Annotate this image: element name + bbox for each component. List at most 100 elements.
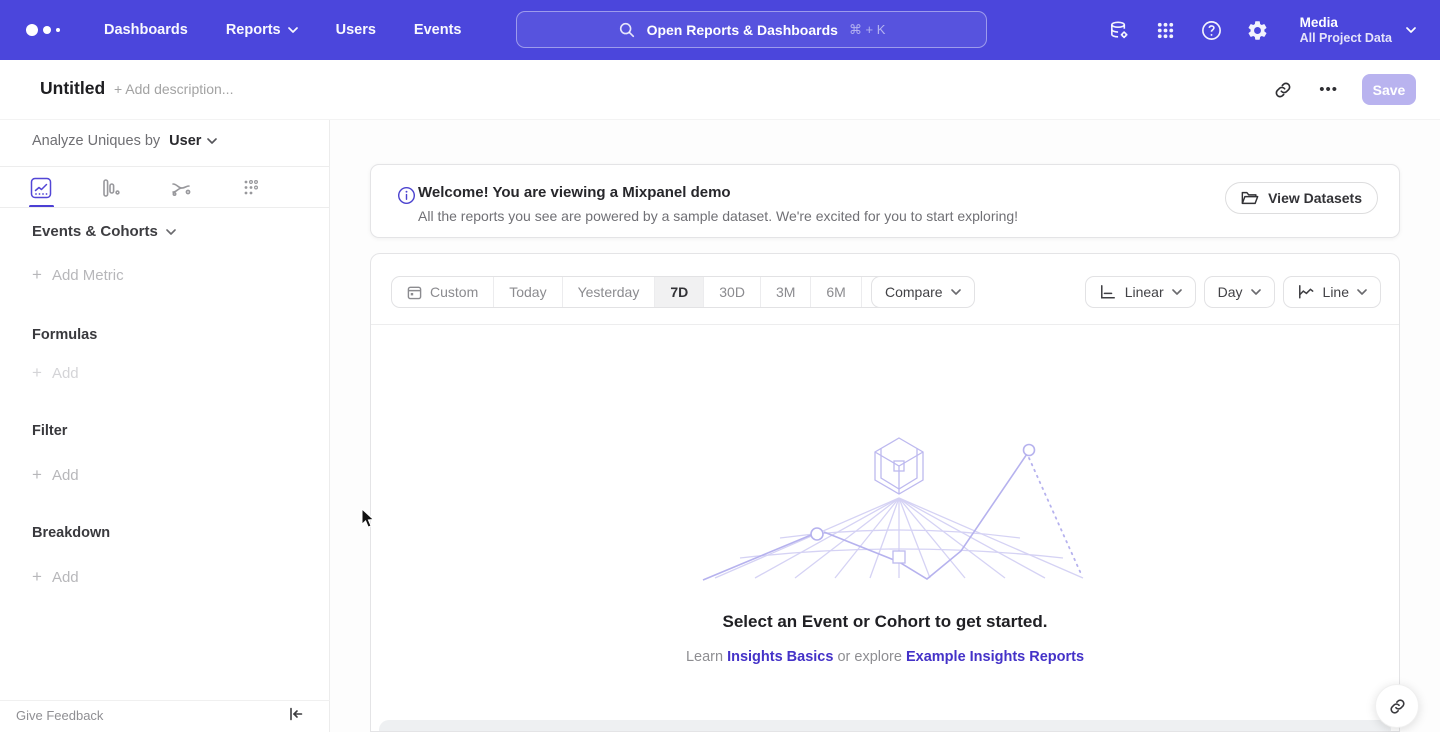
breakdown-heading: Breakdown [32, 525, 110, 541]
add-metric-label: Add Metric [52, 267, 124, 284]
chevron-down-icon [166, 229, 176, 235]
view-datasets-button[interactable]: View Datasets [1225, 182, 1378, 214]
divider [0, 207, 330, 208]
search-label: Open Reports & Dashboards [647, 22, 838, 38]
folder-icon [1241, 190, 1259, 206]
plus-icon: + [32, 567, 42, 587]
range-3m[interactable]: 3M [761, 277, 811, 307]
main-content: Welcome! You are viewing a Mixpanel demo… [330, 120, 1440, 732]
more-options-button[interactable]: ••• [1319, 81, 1338, 98]
formulas-heading: Formulas [32, 327, 97, 343]
range-30d[interactable]: 30D [704, 277, 761, 307]
range-yesterday[interactable]: Yesterday [563, 277, 656, 307]
range-today[interactable]: Today [494, 277, 562, 307]
banner-title: Welcome! You are viewing a Mixpanel demo [418, 184, 731, 201]
range-7d[interactable]: 7D [655, 277, 704, 307]
collapse-sidebar-icon[interactable] [288, 706, 304, 722]
events-cohorts-section[interactable]: Events & Cohorts [32, 223, 176, 240]
add-breakdown-label: Add [52, 569, 79, 586]
project-name: Media [1300, 14, 1392, 31]
scale-selector-button[interactable]: Linear [1085, 276, 1196, 308]
analyze-uniques-by[interactable]: Analyze Uniques by User [32, 133, 217, 149]
chevron-down-icon [1406, 27, 1416, 33]
info-icon [397, 186, 416, 205]
nav-dashboards[interactable]: Dashboards [104, 22, 188, 38]
plus-icon: + [32, 465, 42, 485]
report-card: Custom Today Yesterday 7D 30D 3M 6M 12M … [370, 253, 1400, 732]
tab-bar-chart[interactable] [100, 168, 146, 207]
view-datasets-label: View Datasets [1268, 190, 1362, 206]
query-builder-sidebar: Analyze Uniques by User [0, 120, 330, 732]
chevron-down-icon [1172, 289, 1182, 295]
tab-retention[interactable] [240, 168, 286, 207]
nav-users[interactable]: Users [336, 22, 376, 38]
apps-grid-icon[interactable] [1154, 19, 1177, 42]
range-6m[interactable]: 6M [811, 277, 861, 307]
empty-state-links: Learn Insights Basics or explore Example… [371, 649, 1399, 665]
copy-link-icon[interactable] [1273, 79, 1295, 101]
interval-label: Day [1218, 284, 1243, 300]
give-feedback-link[interactable]: Give Feedback [16, 708, 103, 723]
compare-button[interactable]: Compare [871, 276, 975, 308]
search-icon [618, 21, 636, 39]
middle-text: or explore [837, 649, 901, 665]
report-controls: Custom Today Yesterday 7D 30D 3M 6M 12M … [371, 276, 1399, 308]
empty-state-title: Select an Event or Cohort to get started… [371, 612, 1399, 632]
insights-basics-link[interactable]: Insights Basics [727, 649, 833, 665]
report-header: Untitled + Add description... ••• Save [0, 60, 1440, 120]
settings-gear-icon[interactable] [1246, 19, 1269, 42]
project-switcher[interactable]: Media All Project Data [1300, 14, 1416, 46]
linear-axis-icon [1099, 284, 1117, 300]
events-cohorts-label: Events & Cohorts [32, 223, 158, 240]
chevron-down-icon [1357, 289, 1367, 295]
save-button[interactable]: Save [1362, 74, 1416, 105]
project-scope: All Project Data [1300, 31, 1392, 46]
example-reports-link[interactable]: Example Insights Reports [906, 649, 1084, 665]
sidebar-footer: Give Feedback [0, 700, 330, 732]
empty-state: Select an Event or Cohort to get started… [371, 410, 1399, 665]
link-icon [1388, 697, 1407, 716]
add-filter-button[interactable]: + Add [32, 465, 79, 485]
top-nav-bar: Dashboards Reports Users Events Open Rep… [0, 0, 1440, 60]
add-formula-label: Add [52, 365, 79, 382]
banner-body: All the reports you see are powered by a… [418, 208, 1018, 224]
mixpanel-app: Dashboards Reports Users Events Open Rep… [0, 0, 1440, 732]
date-range-selector: Custom Today Yesterday 7D 30D 3M 6M 12M [391, 276, 920, 308]
range-custom-label: Custom [430, 284, 478, 300]
chevron-down-icon [288, 27, 298, 33]
line-chart-icon [1297, 284, 1315, 300]
add-formula-button[interactable]: + Add [32, 363, 79, 383]
tab-insights-line[interactable] [30, 168, 76, 207]
nav-events[interactable]: Events [414, 22, 462, 38]
analyze-label: Analyze Uniques by [32, 133, 160, 149]
range-custom[interactable]: Custom [392, 277, 494, 307]
help-icon[interactable] [1200, 19, 1223, 42]
chart-type-tabs [30, 168, 286, 207]
chart-type-label: Line [1323, 284, 1349, 300]
chevron-down-icon [951, 289, 961, 295]
tab-flows[interactable] [170, 168, 216, 207]
chevron-down-icon [207, 138, 217, 144]
nav-reports-label: Reports [226, 22, 281, 38]
learn-prefix: Learn [686, 649, 723, 665]
compare-label: Compare [885, 284, 943, 300]
interval-selector-button[interactable]: Day [1204, 276, 1275, 308]
empty-state-illustration [685, 410, 1085, 585]
report-title[interactable]: Untitled [40, 78, 105, 99]
divider [0, 166, 330, 167]
data-management-icon[interactable] [1108, 19, 1131, 42]
plus-icon: + [32, 363, 42, 383]
global-search-button[interactable]: Open Reports & Dashboards ⌘ + K [516, 11, 987, 48]
divider [371, 324, 1399, 325]
mixpanel-logo-icon[interactable] [26, 24, 68, 36]
add-filter-label: Add [52, 467, 79, 484]
plus-icon: + [32, 265, 42, 285]
chart-type-selector-button[interactable]: Line [1283, 276, 1381, 308]
add-breakdown-button[interactable]: + Add [32, 567, 79, 587]
add-metric-button[interactable]: + Add Metric [32, 265, 124, 285]
add-description-field[interactable]: + Add description... [114, 81, 233, 97]
search-shortcut: ⌘ + K [849, 22, 886, 38]
welcome-banner: Welcome! You are viewing a Mixpanel demo… [370, 164, 1400, 238]
nav-reports[interactable]: Reports [226, 22, 298, 38]
share-link-fab[interactable] [1375, 684, 1419, 728]
